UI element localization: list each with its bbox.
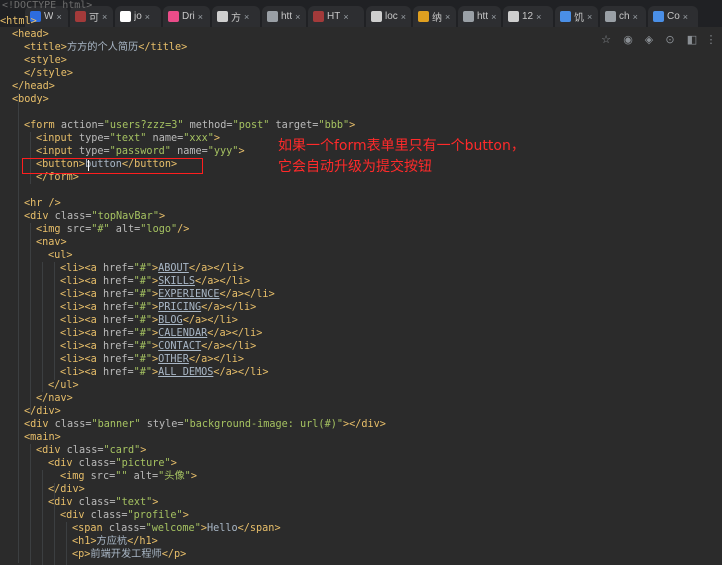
code-line: </ul>	[48, 380, 79, 391]
code-line: <input type="text" name="xxx">	[36, 133, 221, 144]
code-line: <input type="password" name="yyy">	[36, 146, 245, 157]
code-line: <div class="card">	[36, 445, 147, 456]
code-line: <div class="profile">	[60, 510, 189, 521]
code-line: </nav>	[36, 393, 73, 404]
indent-guide	[54, 262, 55, 380]
indent-guide	[42, 262, 43, 392]
highlight-box	[22, 158, 203, 174]
code-line: <head>	[12, 29, 49, 40]
code-line: <div class="picture">	[48, 458, 177, 469]
code-line: <li><a href="#">OTHER</a></li>	[60, 354, 245, 365]
code-line: <li><a href="#">CONTACT</a></li>	[60, 341, 257, 352]
text-cursor	[88, 160, 89, 171]
code-line: <li><a href="#">BLOG</a></li>	[60, 315, 238, 326]
code-line: <div class="text">	[48, 497, 159, 508]
code-line: <ul>	[48, 250, 73, 261]
code-line: <hr />	[24, 198, 61, 209]
code-line: <style>	[24, 55, 67, 66]
code-line: <div class="banner" style="background-im…	[24, 419, 386, 430]
code-line: <li><a href="#">ABOUT</a></li>	[60, 263, 245, 274]
code-line: <img src="" alt="头像">	[60, 471, 197, 482]
code-line: </head>	[12, 81, 55, 92]
code-line: <li><a href="#">SKILLS</a></li>	[60, 276, 251, 287]
code-line: <li><a href="#">EXPERIENCE</a></li>	[60, 289, 275, 300]
code-line: <main>	[24, 432, 61, 443]
indent-guide	[42, 470, 43, 565]
code-line: <li><a href="#">PRICING</a></li>	[60, 302, 257, 313]
code-line: <li><a href="#">ALL DEMOS</a></li>	[60, 367, 269, 378]
annotation-line-1: 如果一个form表单里只有一个button，	[278, 138, 525, 154]
code-line: <img src="#" alt="logo"/>	[36, 224, 190, 235]
code-line: <title>方方的个人简历</title>	[24, 42, 188, 53]
code-line: <div class="topNavBar">	[24, 211, 166, 222]
code-line: <html>	[0, 16, 37, 27]
code-line: <form action="users?zzz=3" method="post"…	[24, 120, 356, 131]
code-editor[interactable]: <!DOCTYPE html> <html> <head> <title>方方的个人…	[0, 0, 722, 565]
indent-guide	[66, 522, 67, 565]
code-line: </style>	[24, 68, 74, 79]
code-line: <li><a href="#">CALENDAR</a></li>	[60, 328, 263, 339]
indent-guide	[18, 93, 19, 563]
indent-guide	[30, 444, 31, 565]
code-line: <span class="welcome">Hello</span>	[72, 523, 281, 534]
code-line: <p>前端开发工程师</p>	[72, 549, 187, 560]
annotation-note: 如果一个form表单里只有一个button， 它会自动升级为提交按钮	[278, 136, 578, 178]
annotation-line-2: 它会自动升级为提交按钮	[278, 159, 432, 175]
indent-guide	[30, 223, 31, 415]
doctype-line: <!DOCTYPE html>	[2, 0, 93, 11]
code-line: <nav>	[36, 237, 67, 248]
code-line: <h1>方应杭</h1>	[72, 536, 158, 547]
indent-guide	[54, 483, 55, 565]
